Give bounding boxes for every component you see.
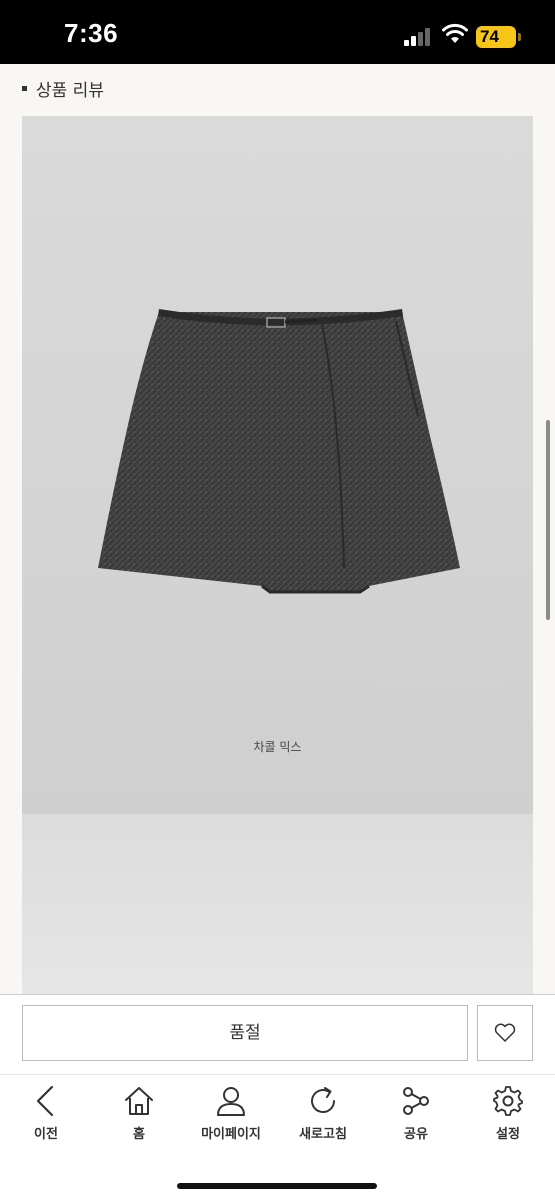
battery-tip [518,33,521,41]
wifi-icon [442,23,468,43]
wishlist-button[interactable] [477,1005,533,1061]
nav-settings-label: 설정 [496,1127,520,1142]
share-icon [403,1087,429,1115]
person-icon [217,1087,245,1116]
back-chevron-icon [36,1085,54,1117]
scrollbar[interactable] [546,420,550,620]
bottom-navigation: 이전 홈 마이페이지 새로고침 공유 설정 [0,1074,555,1200]
nav-share[interactable]: 공유 [370,1083,462,1147]
section-heading: 상품 리뷰 [22,76,104,101]
nav-back[interactable]: 이전 [0,1083,92,1147]
skirt-illustration [98,309,460,594]
home-icon [125,1087,153,1115]
cellular-signal-icon [404,28,434,46]
nav-mypage[interactable]: 마이페이지 [185,1083,277,1147]
status-time: 7:36 [64,18,119,48]
nav-share-label: 공유 [404,1127,428,1142]
refresh-icon [311,1087,335,1113]
status-bar: 7:36 74 [0,0,555,64]
soldout-button[interactable]: 품절 [22,1005,468,1061]
nav-refresh[interactable]: 새로고침 [277,1083,369,1147]
nav-refresh-label: 새로고침 [299,1127,347,1142]
heart-icon [494,1023,516,1042]
battery-level: 74 [480,27,499,46]
purchase-action-bar: 품절 [0,994,555,1074]
product-image[interactable]: 차콜 믹스 [22,116,533,814]
nav-back-label: 이전 [34,1127,58,1142]
nav-home[interactable]: 홈 [93,1083,185,1147]
home-indicator[interactable] [177,1183,377,1189]
nav-settings[interactable]: 설정 [462,1083,554,1147]
bullet-icon [22,86,27,91]
next-product-image[interactable] [22,814,533,994]
gear-icon [493,1086,523,1116]
battery-indicator: 74 [476,26,516,48]
product-caption: 차콜 믹스 [253,740,302,754]
product-page: 상품 리뷰 차콜 믹스 [0,64,555,994]
section-heading-label: 상품 리뷰 [36,81,104,101]
nav-mypage-label: 마이페이지 [201,1127,261,1142]
nav-home-label: 홈 [133,1127,145,1142]
